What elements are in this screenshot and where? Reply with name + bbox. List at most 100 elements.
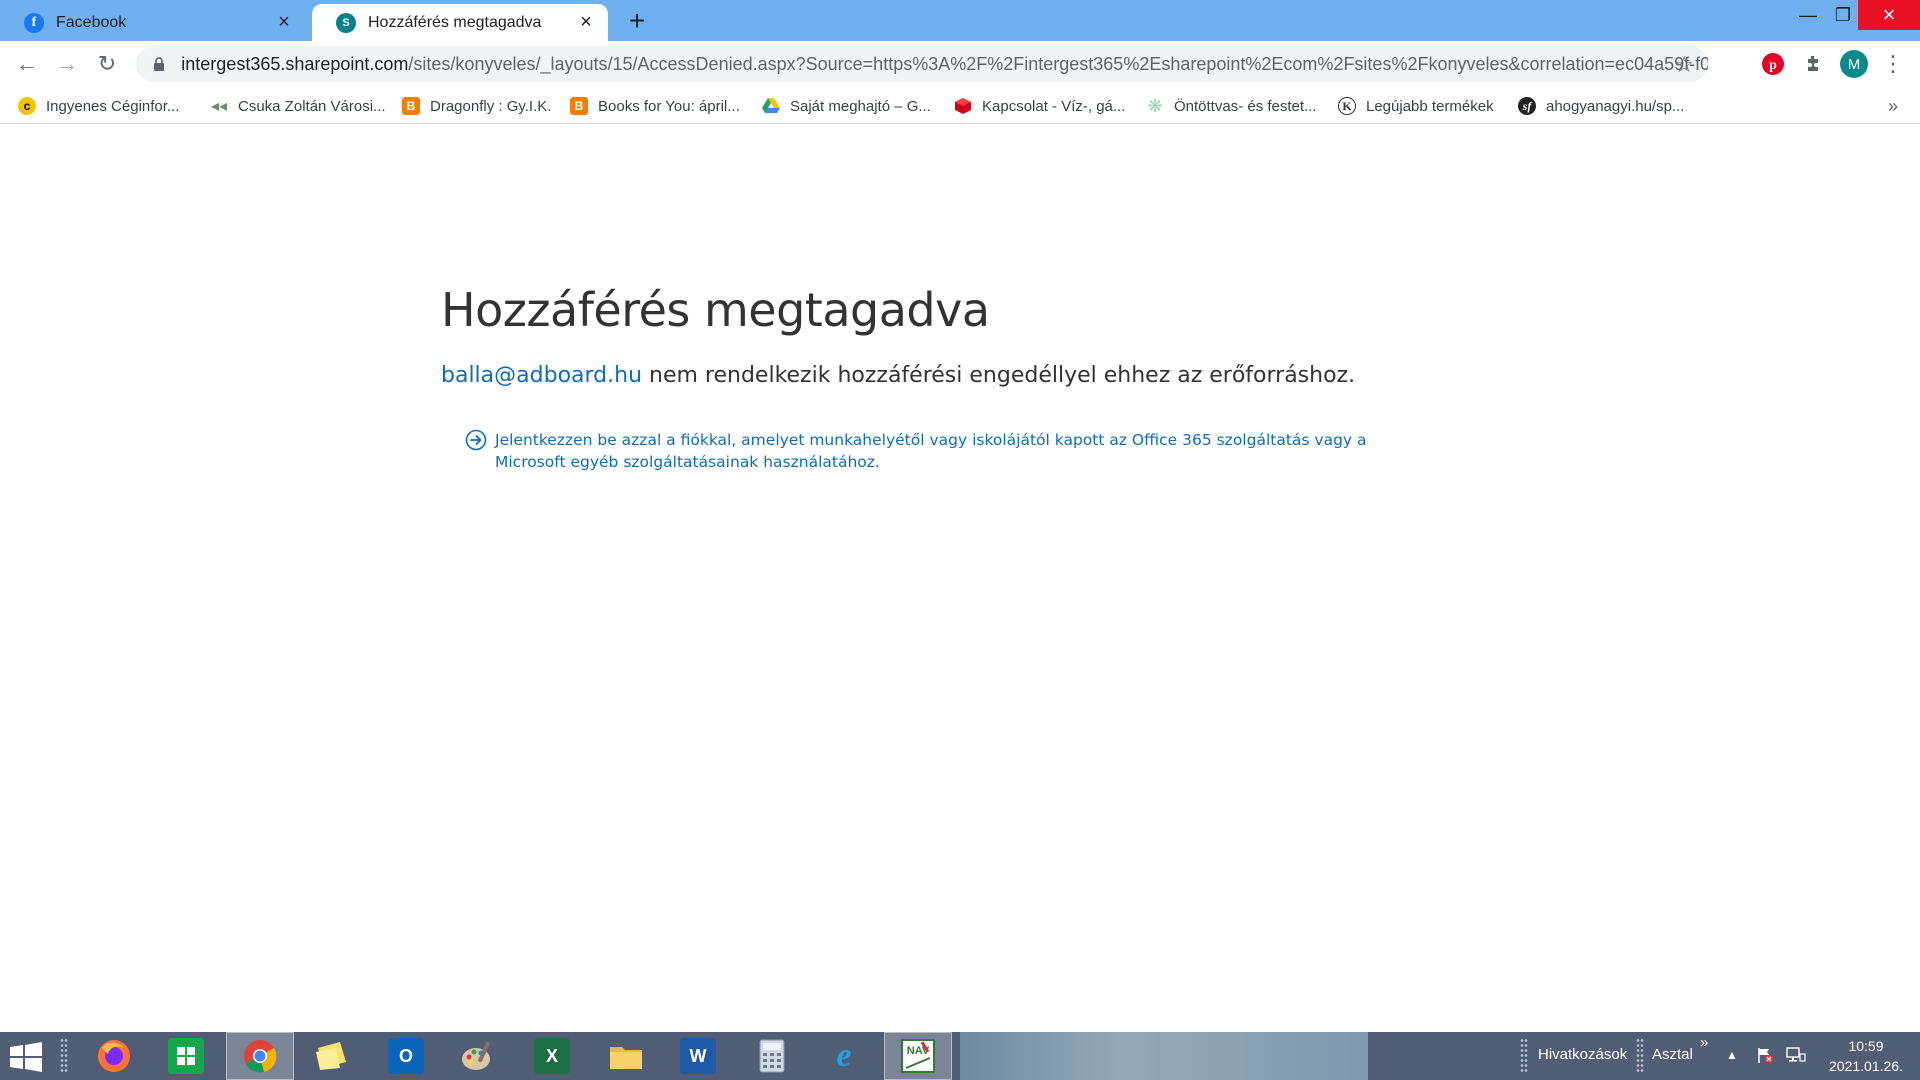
taskbar-firefox[interactable] (80, 1032, 148, 1080)
message-text: nem rendelkezik hozzáférési engedéllyel … (642, 363, 1356, 388)
browser-toolbar: ← → ↻ intergest365.sharepoint.com/sites/… (0, 41, 1920, 88)
clock-date: 2021.01.26. (1829, 1058, 1903, 1074)
lock-icon[interactable] (150, 55, 167, 73)
profile-avatar[interactable]: M (1840, 50, 1868, 78)
close-window-button[interactable]: × (1858, 0, 1920, 30)
taskbar: O X W e NAV Hivatkozások Asztal » ▲ 10:5… (0, 1032, 1920, 1080)
bookmark-label: Kapcsolat - Víz-, gá... (982, 97, 1126, 115)
taskbar-calculator[interactable] (738, 1032, 806, 1080)
maximize-button[interactable]: ❐ (1823, 0, 1863, 30)
address-bar[interactable]: intergest365.sharepoint.com/sites/konyve… (136, 46, 1708, 82)
minimize-button[interactable]: — (1788, 0, 1828, 30)
links-toolbar[interactable]: Hivatkozások (1538, 1046, 1627, 1063)
reload-button[interactable]: ↻ (92, 49, 122, 79)
tab-strip: f Facebook × S Hozzáférés megtagadva × +… (0, 0, 1920, 41)
close-tab-icon[interactable]: × (576, 11, 596, 33)
excel-icon: X (534, 1038, 570, 1074)
network-icon[interactable] (1786, 1046, 1806, 1067)
bookmark-item[interactable]: Saját meghajtó – G... (762, 94, 931, 118)
taskbar-outlook[interactable]: O (372, 1032, 440, 1080)
bookmark-label: Legújabb termékek (1366, 97, 1494, 115)
chrome-icon (242, 1038, 278, 1074)
taskbar-store[interactable] (152, 1032, 220, 1080)
taskbar-grip[interactable] (60, 1038, 68, 1074)
sticky-notes-icon (314, 1038, 350, 1074)
outlook-icon: O (388, 1038, 424, 1074)
sharepoint-icon: S (336, 12, 356, 33)
bookmark-item[interactable]: K Legújabb termékek (1338, 94, 1494, 118)
menu-icon[interactable]: ⋮ (1880, 51, 1906, 77)
desktop-toolbar[interactable]: Asztal (1652, 1046, 1693, 1063)
toolbar-grip[interactable] (1520, 1038, 1528, 1074)
forward-button[interactable]: → (52, 49, 82, 79)
bookmark-label: ahogyanagyi.hu/sp... (1546, 97, 1685, 115)
tab-title: Facebook (56, 13, 127, 31)
bookmark-star-icon[interactable]: ☆ (1674, 52, 1694, 78)
taskbar-word[interactable]: W (664, 1032, 732, 1080)
bookmark-item[interactable]: ❋ Öntöttvas- és festet... (1146, 94, 1317, 118)
windows-start-icon[interactable] (8, 1042, 48, 1072)
bookmark-label: Ingyenes Céginfor... (46, 97, 180, 115)
svg-text:p: p (1769, 58, 1777, 73)
extensions-icon[interactable] (1800, 51, 1826, 77)
back-button[interactable]: ← (12, 49, 42, 79)
tab-title: Hozzáférés megtagadva (368, 13, 542, 31)
bookmarks-bar: c Ingyenes Céginfor... ◂◂ Csuka Zoltán V… (0, 88, 1920, 124)
store-icon (168, 1038, 204, 1074)
url-text[interactable]: intergest365.sharepoint.com/sites/konyve… (181, 54, 1708, 75)
bookmark-item[interactable]: B Books for You: ápril... (570, 94, 740, 118)
nav-app-icon: NAV (900, 1038, 936, 1074)
firefox-icon (96, 1038, 132, 1074)
word-icon: W (680, 1038, 716, 1074)
show-hidden-icons-icon[interactable]: ▲ (1726, 1048, 1738, 1062)
internet-explorer-icon: e (836, 1037, 852, 1074)
google-drive-icon (762, 97, 780, 115)
blogger-icon: B (570, 97, 588, 115)
bookmarks-overflow-icon[interactable]: » (1888, 96, 1898, 117)
tab-access-denied[interactable]: S Hozzáférés megtagadva × (312, 4, 608, 41)
pinterest-icon[interactable]: p (1760, 51, 1786, 77)
cegjelzo-icon: c (18, 97, 36, 115)
taskbar-nav-app[interactable]: NAV (884, 1032, 952, 1080)
new-tab-button[interactable]: + (622, 6, 652, 36)
bookmark-label: Books for You: ápril... (598, 97, 740, 115)
blogger-icon: B (402, 97, 420, 115)
bookmark-item[interactable]: ◂◂ Csuka Zoltán Városi... (210, 94, 386, 118)
sign-in-link-text[interactable]: Jelentkezzen be azzal a fiókkal, amelyet… (495, 429, 1415, 473)
facebook-icon: f (24, 12, 44, 33)
bookmark-item[interactable]: sf ahogyanagyi.hu/sp... (1518, 94, 1684, 118)
taskbar-excel[interactable]: X (518, 1032, 586, 1080)
red-cube-icon (954, 97, 972, 115)
bookmark-label: Dragonfly : Gy.I.K. (430, 97, 552, 115)
action-center-flag-icon[interactable] (1756, 1046, 1774, 1067)
calculator-icon (754, 1038, 790, 1074)
taskbar-internet-explorer[interactable]: e (810, 1032, 878, 1080)
clock-time: 10:59 (1848, 1038, 1884, 1054)
folder-icon (608, 1038, 644, 1074)
bookmark-item[interactable]: B Dragonfly : Gy.I.K. (402, 94, 551, 118)
user-email: balla@adboard.hu (441, 363, 643, 388)
url-host: intergest365.sharepoint.com (181, 53, 409, 74)
taskbar-file-explorer[interactable] (592, 1032, 660, 1080)
system-clock[interactable]: 10:59 2021.01.26. (1818, 1036, 1914, 1076)
access-denied-message: balla@adboard.hu nem rendelkezik hozzáfé… (441, 363, 1355, 388)
paint-icon (460, 1038, 496, 1074)
taskbar-chrome[interactable] (226, 1032, 294, 1080)
asterisk-icon: ❋ (1147, 95, 1163, 116)
bookmark-item[interactable]: c Ingyenes Céginfor... (18, 94, 179, 118)
taskbar-paint[interactable] (444, 1032, 512, 1080)
symfony-icon: sf (1518, 97, 1536, 115)
bookmark-label: Öntöttvas- és festet... (1174, 97, 1317, 115)
close-tab-icon[interactable]: × (274, 11, 294, 33)
taskbar-sticky-notes[interactable] (298, 1032, 366, 1080)
url-path: /sites/konyveles/_layouts/15/AccessDenie… (408, 53, 1708, 74)
bookmark-item[interactable]: Kapcsolat - Víz-, gá... (954, 94, 1125, 118)
arrow-circle-icon (465, 429, 487, 451)
arrows-icon: ◂◂ (210, 98, 228, 115)
k-logo-icon: K (1338, 97, 1356, 115)
tab-facebook[interactable]: f Facebook × (0, 4, 306, 41)
sign-in-link[interactable]: Jelentkezzen be azzal a fiókkal, amelyet… (465, 429, 1415, 473)
page-title: Hozzáférés megtagadva (441, 283, 990, 337)
toolbar-grip[interactable] (1636, 1038, 1644, 1074)
toolbar-chevron[interactable]: » (1700, 1034, 1708, 1051)
